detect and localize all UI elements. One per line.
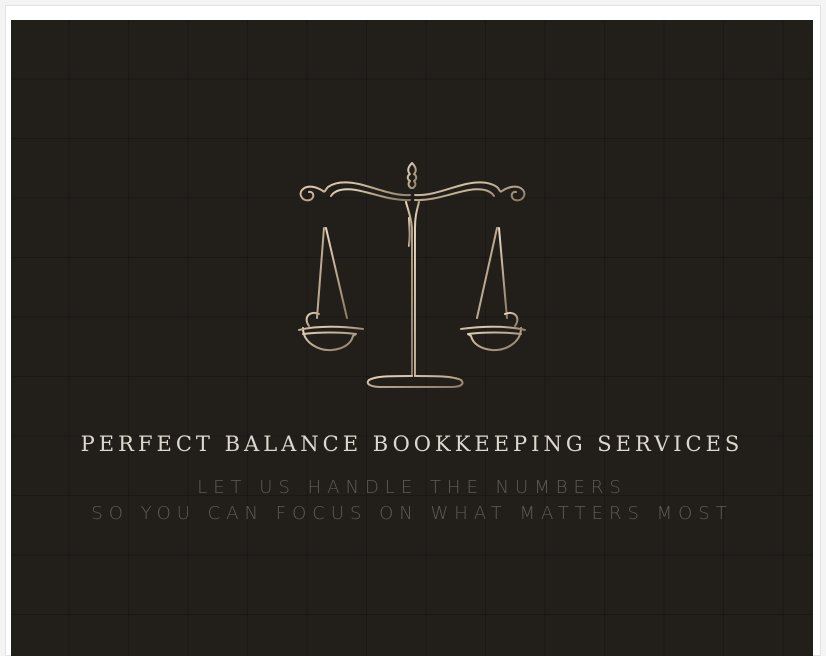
business-title: PERFECT BALANCE BOOKKEEPING SERVICES	[80, 432, 744, 456]
page-frame: PERFECT BALANCE BOOKKEEPING SERVICES LET…	[0, 0, 826, 656]
tagline-line-2: SO YOU CAN FOCUS ON WHAT MATTERS MOST	[91, 503, 733, 524]
logo-canvas: PERFECT BALANCE BOOKKEEPING SERVICES LET…	[11, 20, 813, 656]
tagline-line-1: LET US HANDLE THE NUMBERS	[197, 477, 627, 498]
scales-of-justice-icon	[298, 159, 526, 388]
